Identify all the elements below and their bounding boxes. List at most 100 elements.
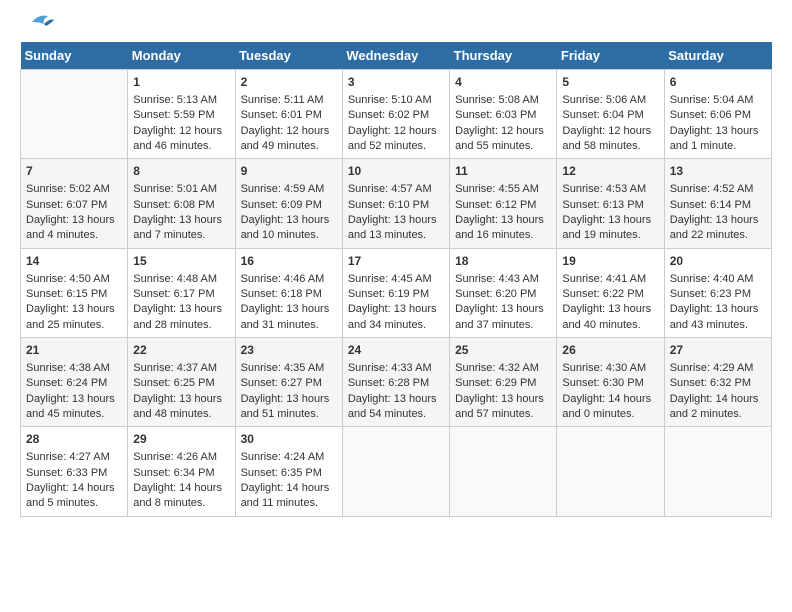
cell-content-line: Daylight: 13 hours bbox=[241, 302, 337, 317]
cell-content-line: Sunset: 6:18 PM bbox=[241, 287, 337, 302]
cell-content-line: Sunset: 6:02 PM bbox=[348, 108, 444, 123]
cell-content-line: and 57 minutes. bbox=[455, 407, 551, 422]
cell-content-line: Sunrise: 4:41 AM bbox=[562, 272, 658, 287]
calendar-table: SundayMondayTuesdayWednesdayThursdayFrid… bbox=[20, 42, 772, 517]
calendar-header-row: SundayMondayTuesdayWednesdayThursdayFrid… bbox=[21, 42, 772, 70]
column-header-tuesday: Tuesday bbox=[235, 42, 342, 70]
calendar-week-row: 7 Sunrise: 5:02 AMSunset: 6:07 PM Daylight… bbox=[21, 159, 772, 248]
cell-content-line: Sunset: 6:04 PM bbox=[562, 108, 658, 123]
cell-content-line: and 55 minutes. bbox=[455, 139, 551, 154]
cell-content-line: Daylight: 14 hours bbox=[133, 481, 229, 496]
cell-content-line: and 5 minutes. bbox=[26, 496, 122, 511]
day-number: 16 bbox=[241, 253, 337, 270]
day-number: 11 bbox=[455, 163, 551, 180]
cell-content-line: Sunrise: 4:50 AM bbox=[26, 272, 122, 287]
cell-content-line: Sunrise: 5:04 AM bbox=[670, 93, 766, 108]
calendar-cell: 1Sunrise: 5:13 AMSunset: 5:59 PMDaylight… bbox=[128, 70, 235, 159]
cell-content-line: Daylight: 13 hours bbox=[670, 213, 766, 228]
calendar-cell: 24Sunrise: 4:33 AMSunset: 6:28 PMDayligh… bbox=[342, 338, 449, 427]
cell-content-line: Sunset: 6:06 PM bbox=[670, 108, 766, 123]
calendar-cell: 19 Sunrise: 4:41 AMSunset: 6:22 PMDayligh… bbox=[557, 248, 664, 337]
cell-content-line: Sunset: 6:33 PM bbox=[26, 466, 122, 481]
calendar-cell: 4Sunrise: 5:08 AMSunset: 6:03 PMDaylight… bbox=[450, 70, 557, 159]
cell-content-line: Sunrise: 4:55 AM bbox=[455, 182, 551, 197]
day-number: 15 bbox=[133, 253, 229, 270]
cell-content-line: Sunset: 6:25 PM bbox=[133, 376, 229, 391]
calendar-cell: 23Sunrise: 4:35 AMSunset: 6:27 PMDayligh… bbox=[235, 338, 342, 427]
calendar-cell: 8 Sunrise: 5:01 AMSunset: 6:08 PMDaylight… bbox=[128, 159, 235, 248]
calendar-cell: 5Sunrise: 5:06 AMSunset: 6:04 PMDaylight… bbox=[557, 70, 664, 159]
cell-content-line: Sunrise: 4:35 AM bbox=[241, 361, 337, 376]
calendar-cell bbox=[664, 427, 771, 516]
day-number: 26 bbox=[562, 342, 658, 359]
calendar-week-row: 1Sunrise: 5:13 AMSunset: 5:59 PMDaylight… bbox=[21, 70, 772, 159]
calendar-cell: 6Sunrise: 5:04 AMSunset: 6:06 PMDaylight… bbox=[664, 70, 771, 159]
day-number: 28 bbox=[26, 431, 122, 448]
calendar-week-row: 14Sunrise: 4:50 AMSunset: 6:15 PMDayligh… bbox=[21, 248, 772, 337]
cell-content-line: Sunset: 6:13 PM bbox=[562, 198, 658, 213]
day-number: 19 bbox=[562, 253, 658, 270]
cell-content-line: and 48 minutes. bbox=[133, 407, 229, 422]
cell-content-line: Daylight: 12 hours bbox=[241, 124, 337, 139]
cell-content-line: Sunset: 6:27 PM bbox=[241, 376, 337, 391]
cell-content-line: Sunrise: 4:43 AM bbox=[455, 272, 551, 287]
day-number: 10 bbox=[348, 163, 444, 180]
cell-content-line: Sunset: 6:17 PM bbox=[133, 287, 229, 302]
day-number: 22 bbox=[133, 342, 229, 359]
cell-content-line: and 16 minutes. bbox=[455, 228, 551, 243]
cell-content-line: Sunset: 6:24 PM bbox=[26, 376, 122, 391]
cell-content-line: and 1 minute. bbox=[670, 139, 766, 154]
calendar-cell: 22Sunrise: 4:37 AMSunset: 6:25 PMDayligh… bbox=[128, 338, 235, 427]
cell-content-line: and 34 minutes. bbox=[348, 318, 444, 333]
cell-content-line: Sunset: 6:08 PM bbox=[133, 198, 229, 213]
day-number: 29 bbox=[133, 431, 229, 448]
cell-content-line: Sunset: 6:07 PM bbox=[26, 198, 122, 213]
cell-content-line: Sunrise: 5:02 AM bbox=[26, 182, 122, 197]
column-header-monday: Monday bbox=[128, 42, 235, 70]
cell-content-line: Sunrise: 5:06 AM bbox=[562, 93, 658, 108]
cell-content-line: Sunset: 6:30 PM bbox=[562, 376, 658, 391]
day-number: 17 bbox=[348, 253, 444, 270]
day-number: 27 bbox=[670, 342, 766, 359]
calendar-cell: 17Sunrise: 4:45 AMSunset: 6:19 PMDayligh… bbox=[342, 248, 449, 337]
cell-content-line: Sunset: 6:32 PM bbox=[670, 376, 766, 391]
cell-content-line: Sunset: 5:59 PM bbox=[133, 108, 229, 123]
calendar-cell: 10Sunrise: 4:57 AMSunset: 6:10 PMDayligh… bbox=[342, 159, 449, 248]
cell-content-line: Sunrise: 4:27 AM bbox=[26, 450, 122, 465]
column-header-thursday: Thursday bbox=[450, 42, 557, 70]
cell-content-line: and 49 minutes. bbox=[241, 139, 337, 154]
cell-content-line: Daylight: 13 hours bbox=[562, 302, 658, 317]
cell-content-line: Sunrise: 5:01 AM bbox=[133, 182, 229, 197]
calendar-cell: 3Sunrise: 5:10 AMSunset: 6:02 PMDaylight… bbox=[342, 70, 449, 159]
cell-content-line: Sunrise: 4:26 AM bbox=[133, 450, 229, 465]
cell-content-line: Sunrise: 4:52 AM bbox=[670, 182, 766, 197]
cell-content-line: and 13 minutes. bbox=[348, 228, 444, 243]
day-number: 8 bbox=[133, 163, 229, 180]
cell-content-line: Sunset: 6:22 PM bbox=[562, 287, 658, 302]
cell-content-line: and 2 minutes. bbox=[670, 407, 766, 422]
cell-content-line: and 45 minutes. bbox=[26, 407, 122, 422]
cell-content-line: Daylight: 14 hours bbox=[562, 392, 658, 407]
day-number: 20 bbox=[670, 253, 766, 270]
cell-content-line: Sunrise: 4:24 AM bbox=[241, 450, 337, 465]
day-number: 4 bbox=[455, 74, 551, 91]
cell-content-line: Sunset: 6:12 PM bbox=[455, 198, 551, 213]
cell-content-line: Daylight: 13 hours bbox=[670, 302, 766, 317]
cell-content-line: Daylight: 13 hours bbox=[670, 124, 766, 139]
cell-content-line: and 52 minutes. bbox=[348, 139, 444, 154]
cell-content-line: Sunset: 6:01 PM bbox=[241, 108, 337, 123]
cell-content-line: Sunrise: 5:13 AM bbox=[133, 93, 229, 108]
day-number: 7 bbox=[26, 163, 122, 180]
page-header bbox=[20, 20, 772, 32]
column-header-sunday: Sunday bbox=[21, 42, 128, 70]
cell-content-line: Daylight: 14 hours bbox=[241, 481, 337, 496]
cell-content-line: and 54 minutes. bbox=[348, 407, 444, 422]
cell-content-line: Daylight: 12 hours bbox=[133, 124, 229, 139]
column-header-saturday: Saturday bbox=[664, 42, 771, 70]
day-number: 24 bbox=[348, 342, 444, 359]
calendar-cell: 28Sunrise: 4:27 AMSunset: 6:33 PMDayligh… bbox=[21, 427, 128, 516]
calendar-cell: 25Sunrise: 4:32 AMSunset: 6:29 PMDayligh… bbox=[450, 338, 557, 427]
calendar-cell: 12Sunrise: 4:53 AMSunset: 6:13 PMDayligh… bbox=[557, 159, 664, 248]
cell-content-line: Daylight: 13 hours bbox=[133, 213, 229, 228]
cell-content-line: and 4 minutes. bbox=[26, 228, 122, 243]
